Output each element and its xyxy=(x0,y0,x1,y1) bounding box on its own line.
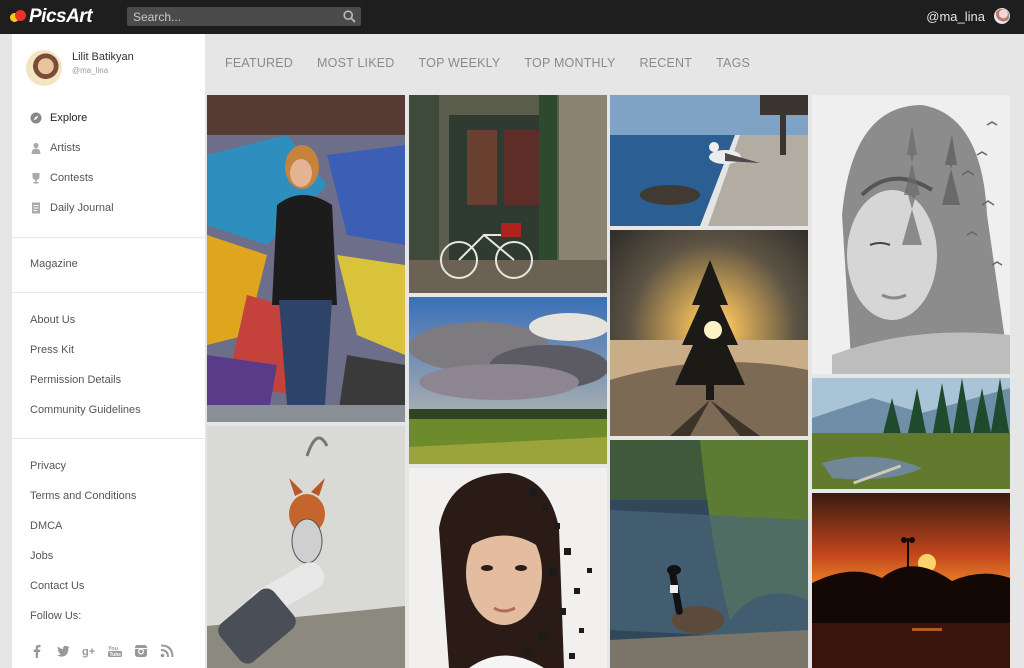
dmca-link[interactable]: DMCA xyxy=(30,520,62,532)
rss-icon[interactable] xyxy=(160,644,174,658)
profile-avatar[interactable] xyxy=(26,50,62,86)
divider xyxy=(12,438,205,439)
svg-text:Tube: Tube xyxy=(110,652,122,658)
social-links: g+ You Tube xyxy=(30,644,174,658)
tab-featured[interactable]: FEATURED xyxy=(225,56,293,70)
tab-top-weekly[interactable]: TOP WEEKLY xyxy=(419,56,501,70)
username-label: @ma_lina xyxy=(926,8,985,24)
person-icon xyxy=(31,142,41,154)
tab-tags[interactable]: TAGS xyxy=(716,56,750,70)
goose-lake-photo[interactable] xyxy=(610,440,808,668)
cloudy-sky-field-photo[interactable] xyxy=(409,297,607,464)
community-guidelines-link[interactable]: Community Guidelines xyxy=(30,404,141,416)
sunset-tree-snow-photo[interactable] xyxy=(610,230,808,436)
user-menu[interactable]: @ma_lina xyxy=(926,8,1010,24)
feed-tabs: FEATURED MOST LIKED TOP WEEKLY TOP MONTH… xyxy=(225,56,774,70)
sidebar-item-label: Contests xyxy=(50,172,94,184)
girl-graffiti-photo[interactable] xyxy=(207,95,405,422)
jobs-link[interactable]: Jobs xyxy=(30,550,53,562)
privacy-link[interactable]: Privacy xyxy=(30,460,66,472)
bicycle-shopfront-photo[interactable] xyxy=(409,95,607,293)
fox-street-art-photo[interactable] xyxy=(207,426,405,668)
seagull-pier-photo[interactable] xyxy=(610,95,808,226)
sidebar-item-artists[interactable]: Artists xyxy=(30,142,81,154)
search-icon[interactable] xyxy=(343,10,356,23)
top-bar: PicsArt @ma_lina xyxy=(0,0,1024,34)
orange-sunset-photo[interactable] xyxy=(812,493,1010,668)
compass-icon xyxy=(30,112,42,124)
permission-details-link[interactable]: Permission Details xyxy=(30,374,121,386)
tab-most-liked[interactable]: MOST LIKED xyxy=(317,56,394,70)
pixel-dispersion-portrait-photo[interactable] xyxy=(409,468,607,668)
journal-icon xyxy=(32,202,40,214)
logo-mark-icon xyxy=(10,10,26,24)
search-input[interactable] xyxy=(127,7,361,26)
double-exposure-portrait-photo[interactable] xyxy=(812,95,1010,374)
divider xyxy=(12,237,205,238)
press-kit-link[interactable]: Press Kit xyxy=(30,344,74,356)
main-content: FEATURED MOST LIKED TOP WEEKLY TOP MONTH… xyxy=(205,34,1024,668)
youtube-icon[interactable]: YouTube xyxy=(108,644,122,658)
sidebar: Lilit Batikyan @ma_lina Explore Artists … xyxy=(12,34,205,668)
follow-us-label: Follow Us: xyxy=(30,610,82,622)
facebook-icon[interactable] xyxy=(30,644,44,658)
profile-name: Lilit Batikyan xyxy=(72,51,134,63)
trophy-icon xyxy=(32,173,40,184)
tab-recent[interactable]: RECENT xyxy=(640,56,693,70)
contact-us-link[interactable]: Contact Us xyxy=(30,580,84,592)
terms-link[interactable]: Terms and Conditions xyxy=(30,490,136,502)
sidebar-item-contests[interactable]: Contests xyxy=(30,172,93,184)
sidebar-item-label: Artists xyxy=(50,142,81,154)
logo-text: PicsArt xyxy=(29,6,93,27)
profile-card[interactable]: Lilit Batikyan @ma_lina xyxy=(26,50,134,86)
divider xyxy=(12,292,205,293)
sidebar-item-daily-journal[interactable]: Daily Journal xyxy=(30,202,114,214)
instagram-icon[interactable] xyxy=(134,644,148,658)
twitter-icon[interactable] xyxy=(56,644,70,658)
sidebar-item-label: Daily Journal xyxy=(50,202,114,214)
google-plus-icon[interactable]: g+ xyxy=(82,644,96,658)
about-us-link[interactable]: About Us xyxy=(30,314,75,326)
sidebar-item-label: Explore xyxy=(50,112,88,124)
picsart-logo[interactable]: PicsArt xyxy=(10,5,93,29)
avatar[interactable] xyxy=(994,8,1010,24)
profile-handle: @ma_lina xyxy=(72,66,109,75)
sidebar-item-explore[interactable]: Explore xyxy=(30,112,87,124)
forest-pond-photo[interactable] xyxy=(812,378,1010,489)
tab-top-monthly[interactable]: TOP MONTHLY xyxy=(524,56,615,70)
svg-text:g+: g+ xyxy=(82,646,95,658)
magazine-link[interactable]: Magazine xyxy=(30,258,78,270)
